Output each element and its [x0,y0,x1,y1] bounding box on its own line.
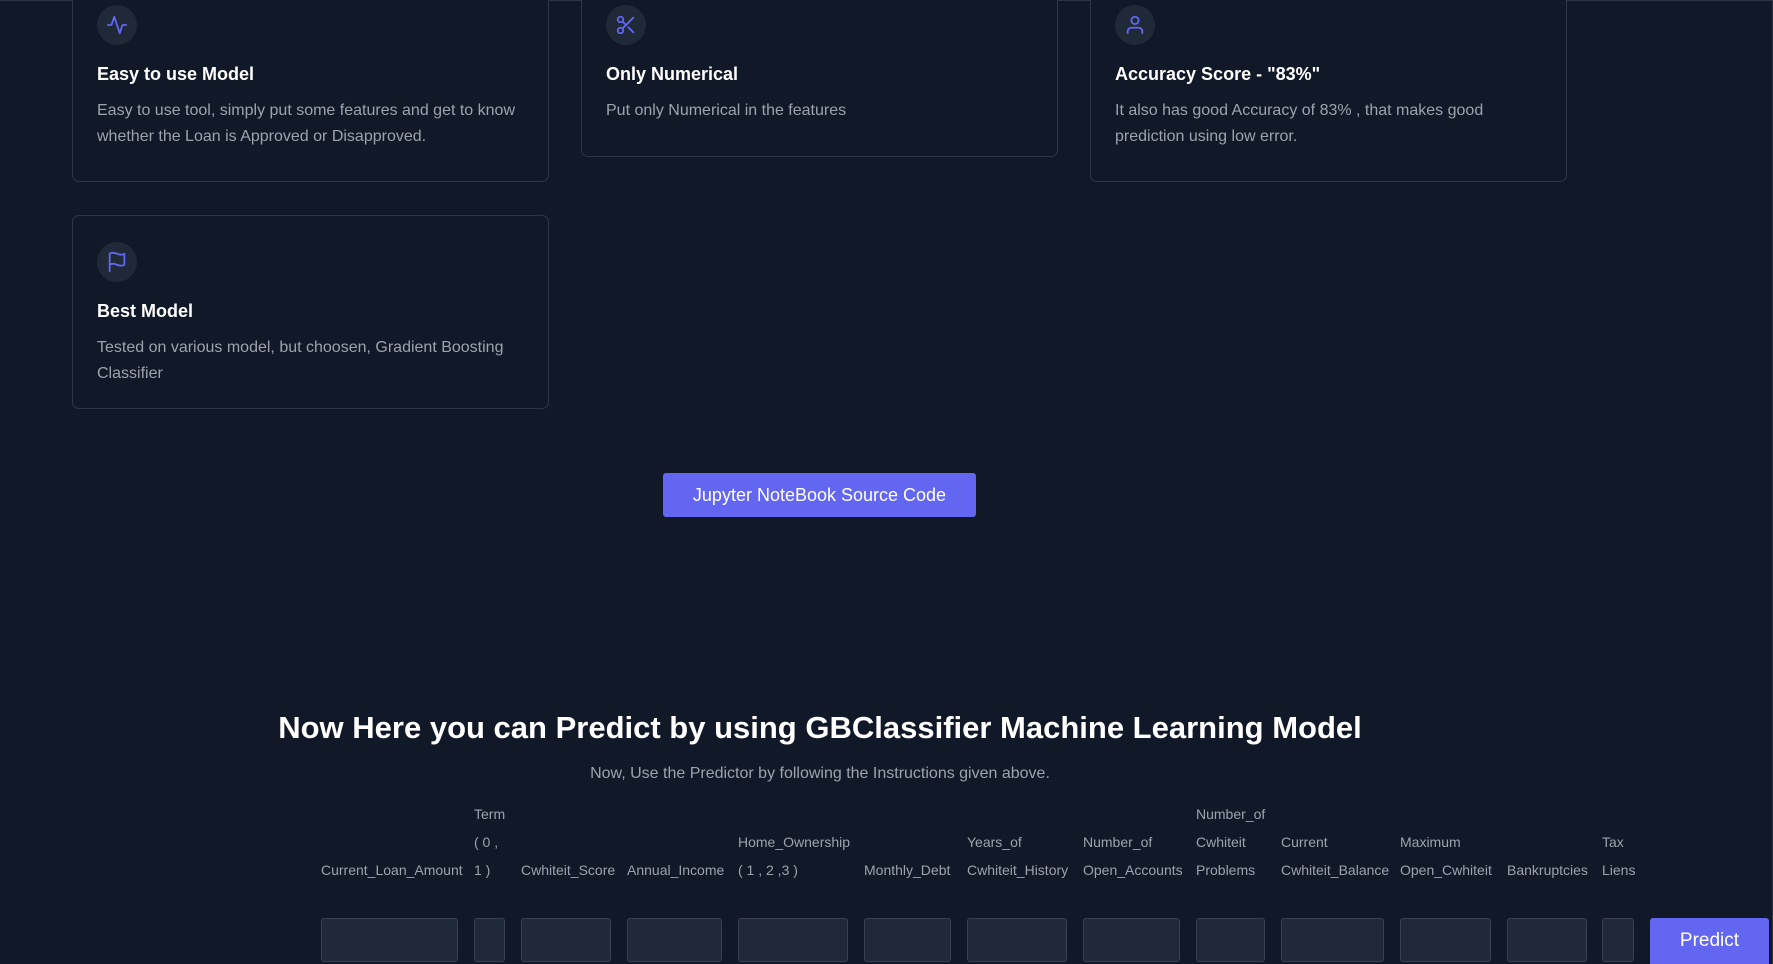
field-label: Bankruptcies [1507,862,1588,878]
credit-score-input[interactable] [521,918,611,962]
field-label: Maximum Open_Cwhiteit [1400,834,1492,878]
field-label: Cwhiteit_Score [521,862,616,878]
term-input[interactable] [474,918,505,962]
field-label: Number_of Cwhiteit Problems [1196,806,1266,878]
feature-description: It also has good Accuracy of 83% , that … [1115,102,1484,145]
tax-liens-input[interactable] [1602,918,1634,962]
current-credit-balance-input[interactable] [1281,918,1384,962]
feature-card-best-model: Best Model Tested on various model, but … [72,215,549,409]
user-icon [1115,5,1155,45]
scissors-icon [606,5,646,45]
feature-card-accuracy: Accuracy Score - "83%" It also has good … [1090,0,1567,182]
feature-card-only-numerical: Only Numerical Put only Numerical in the… [581,0,1058,157]
field-label: Annual_Income [627,862,725,878]
field-label: Years_of Cwhiteit_History [967,834,1069,878]
credit-problems-input[interactable] [1196,918,1265,962]
predict-button[interactable]: Predict [1650,918,1769,964]
jupyter-source-button[interactable]: Jupyter NoteBook Source Code [663,473,976,517]
home-ownership-input[interactable] [738,918,848,962]
field-label: Term ( 0 , 1 ) [474,806,506,878]
maximum-open-credit-input[interactable] [1400,918,1491,962]
monthly-debt-input[interactable] [864,918,951,962]
feature-description: Tested on various model, but choosen, Gr… [97,339,504,382]
feature-description: Easy to use tool, simply put some featur… [97,102,515,145]
open-accounts-input[interactable] [1083,918,1180,962]
field-label: Number_of Open_Accounts [1083,834,1183,878]
annual-income-input[interactable] [627,918,722,962]
feature-card-easy-to-use: Easy to use Model Easy to use tool, simp… [72,0,549,182]
activity-icon [97,5,137,45]
field-label: Home_Ownership ( 1 , 2 ,3 ) [738,834,851,878]
feature-title: Easy to use Model [97,64,255,84]
years-credit-history-input[interactable] [967,918,1067,962]
feature-description: Put only Numerical in the features [606,102,847,119]
predictor-subtitle: Now, Use the Predictor by following the … [590,765,1050,782]
feature-title: Only Numerical [606,64,739,84]
feature-title: Best Model [97,301,194,321]
feature-title: Accuracy Score - "83%" [1115,64,1321,84]
field-label: Tax Liens [1602,834,1636,878]
field-label: Current Cwhiteit_Balance [1281,834,1390,878]
bankruptcies-input[interactable] [1507,918,1587,962]
field-label: Current_Loan_Amount [321,862,463,878]
predictor-title: Now Here you can Predict by using GBClas… [278,710,1362,745]
field-label: Monthly_Debt [864,862,951,878]
flag-icon [97,242,137,282]
current-loan-amount-input[interactable] [321,918,458,962]
